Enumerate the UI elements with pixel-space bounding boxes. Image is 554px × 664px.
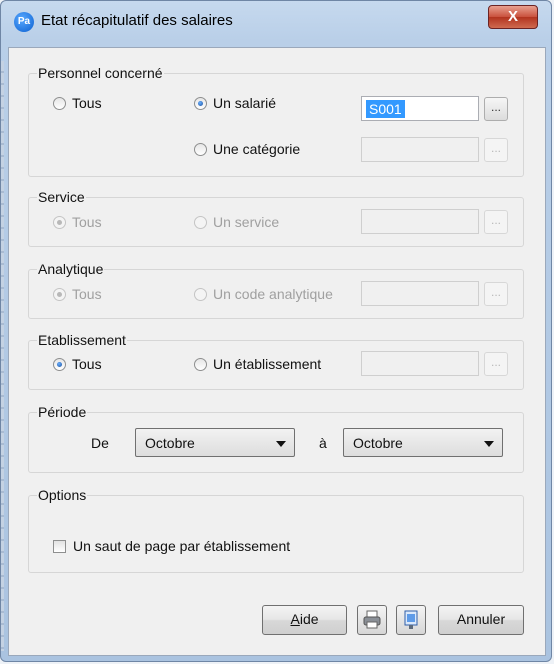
radio-analytique-code[interactable]: Un code analytique (194, 286, 333, 302)
radio-dot (194, 96, 207, 110)
periode-de-select[interactable]: Octobre (135, 428, 295, 457)
group-etablissement-legend: Etablissement (37, 332, 127, 348)
salarie-value: S001 (366, 100, 405, 118)
radio-dot (53, 287, 66, 301)
saut-page-checkbox[interactable]: Un saut de page par établissement (53, 538, 290, 554)
checkbox-box (53, 539, 66, 553)
chevron-down-icon (484, 441, 494, 447)
salarie-browse-button[interactable]: ... (484, 97, 508, 121)
annuler-button[interactable]: Annuler (438, 605, 524, 635)
radio-dot (194, 215, 207, 229)
preview-icon (404, 610, 418, 629)
printer-icon (363, 610, 381, 629)
group-service-legend: Service (37, 189, 86, 205)
group-options-legend: Options (37, 487, 88, 503)
radio-service-tous[interactable]: Tous (53, 214, 102, 230)
radio-dot (53, 96, 66, 110)
radio-analytique-tous[interactable]: Tous (53, 286, 102, 302)
radio-etablissement-tous[interactable]: Tous (53, 356, 102, 372)
periode-de-value: Octobre (145, 435, 195, 451)
window-title: Etat récapitulatif des salaires (41, 12, 233, 29)
radio-service-un[interactable]: Un service (194, 214, 279, 230)
service-browse-button[interactable]: ... (484, 210, 508, 234)
group-periode-legend: Période (37, 404, 88, 420)
dialog-window: Pa Etat récapitulatif des salaires X Per… (0, 0, 552, 662)
radio-label: Tous (72, 286, 102, 302)
periode-de-label: De (91, 435, 109, 451)
close-button[interactable]: X (488, 5, 538, 29)
aide-mnemonic: A (290, 611, 300, 627)
categorie-browse-button[interactable]: ... (484, 138, 508, 162)
etablissement-browse-button[interactable]: ... (484, 352, 508, 376)
group-personnel-legend: Personnel concerné (37, 65, 164, 81)
radio-dot (194, 287, 207, 301)
radio-dot (53, 357, 66, 371)
salarie-input[interactable]: S001 (361, 96, 479, 121)
title-bar[interactable]: Pa Etat récapitulatif des salaires X (1, 1, 551, 41)
radio-label: Un code analytique (213, 286, 333, 302)
etablissement-input[interactable] (361, 351, 479, 376)
radio-dot (194, 142, 207, 156)
radio-etablissement-un[interactable]: Un établissement (194, 356, 321, 372)
radio-label: Tous (72, 214, 102, 230)
categorie-input[interactable] (361, 137, 479, 162)
radio-label: Une catégorie (213, 141, 301, 157)
radio-dot (53, 215, 66, 229)
aide-label-rest: ide (299, 611, 319, 627)
periode-a-select[interactable]: Octobre (343, 428, 503, 457)
radio-label: Tous (72, 356, 102, 372)
service-input[interactable] (361, 209, 479, 234)
periode-a-label: à (319, 435, 327, 451)
aide-button[interactable]: Aide (262, 605, 347, 635)
print-button[interactable] (357, 605, 387, 635)
periode-a-value: Octobre (353, 435, 403, 451)
group-options: Options (28, 487, 524, 573)
app-icon: Pa (14, 12, 34, 32)
window-edge (1, 61, 4, 651)
radio-personnel-categorie[interactable]: Une catégorie (194, 141, 300, 157)
radio-personnel-salarie[interactable]: Un salarié (194, 95, 276, 111)
analytique-input[interactable] (361, 281, 479, 306)
checkbox-label: Un saut de page par établissement (73, 538, 291, 554)
analytique-browse-button[interactable]: ... (484, 282, 508, 306)
radio-label: Tous (72, 95, 102, 111)
radio-personnel-tous[interactable]: Tous (53, 95, 102, 111)
radio-dot (194, 357, 207, 371)
radio-label: Un service (213, 214, 280, 230)
preview-button[interactable] (396, 605, 426, 635)
radio-label: Un salarié (213, 95, 277, 111)
radio-label: Un établissement (213, 356, 322, 372)
group-analytique-legend: Analytique (37, 261, 105, 277)
chevron-down-icon (276, 441, 286, 447)
